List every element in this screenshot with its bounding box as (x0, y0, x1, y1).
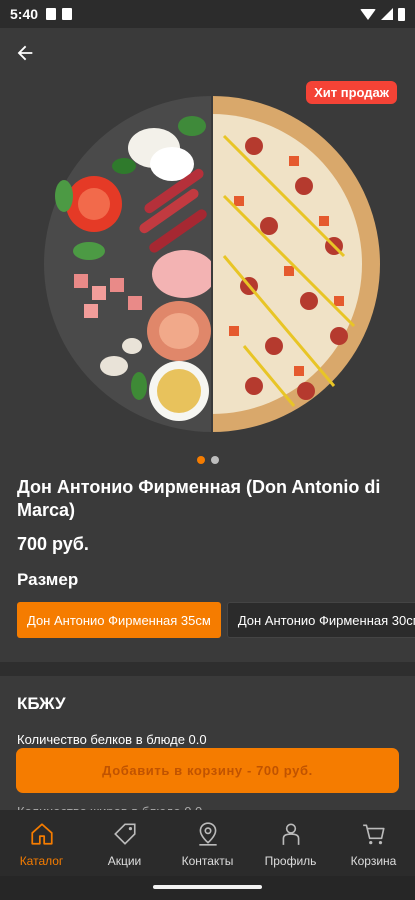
status-time: 5:40 (10, 6, 39, 22)
product-title: Дон Антонио Фирменная (Don Antonio di Ma… (17, 477, 381, 520)
nav-item-catalog[interactable]: Каталог (0, 810, 83, 876)
size-section-label: Размер (17, 570, 79, 589)
nav-item-contacts[interactable]: Контакты (166, 810, 249, 876)
home-icon (28, 820, 56, 848)
nav-item-promotions[interactable]: Акции (83, 810, 166, 876)
pager-dot-1[interactable] (196, 456, 205, 464)
battery-icon (398, 7, 405, 21)
protein-line: Количество белков в блюде 0.0 (17, 732, 207, 747)
nutrition-title: КБЖУ (17, 694, 66, 713)
notification-icon (46, 8, 57, 20)
nav-label-promotions: Акции (107, 854, 142, 868)
nav-label-contacts: Контакты (181, 854, 234, 868)
product-screen: Хит продаж Дон Антонио Фирменная (Don An… (0, 28, 415, 819)
wifi-icon (360, 8, 376, 20)
section-divider (0, 662, 415, 676)
image-pager[interactable] (0, 456, 415, 464)
bottom-nav: Каталог Акции Контакты Профиль Корзина (0, 810, 415, 876)
arrow-back-icon (17, 45, 33, 61)
add-to-cart-button[interactable]: Добавить в корзину - 700 руб. (16, 748, 399, 793)
product-price: 700 руб. (17, 534, 89, 554)
location-pin-icon (194, 820, 222, 848)
nav-label-profile: Профиль (264, 854, 317, 868)
system-nav-bar (0, 876, 415, 900)
home-indicator[interactable] (153, 885, 262, 889)
tag-icon (111, 820, 139, 848)
status-bar: 5:40 (0, 0, 415, 28)
size-option-30[interactable]: Дон Антонио Фирменная 30см (226, 602, 415, 638)
sd-card-icon (62, 8, 73, 20)
cart-icon (360, 820, 388, 848)
nav-label-catalog: Каталог (19, 854, 64, 868)
pager-dot-2[interactable] (210, 456, 219, 464)
size-selector: Дон Антонио Фирменная 35см Дон Антонио Ф… (17, 602, 415, 638)
product-image[interactable] (44, 96, 380, 432)
nav-item-profile[interactable]: Профиль (249, 810, 332, 876)
nav-item-cart[interactable]: Корзина (332, 810, 415, 876)
back-button[interactable] (14, 42, 44, 66)
size-option-35[interactable]: Дон Антонио Фирменная 35см (17, 602, 221, 638)
person-icon (277, 820, 305, 848)
signal-icon (381, 8, 393, 20)
nav-label-cart: Корзина (350, 854, 397, 868)
